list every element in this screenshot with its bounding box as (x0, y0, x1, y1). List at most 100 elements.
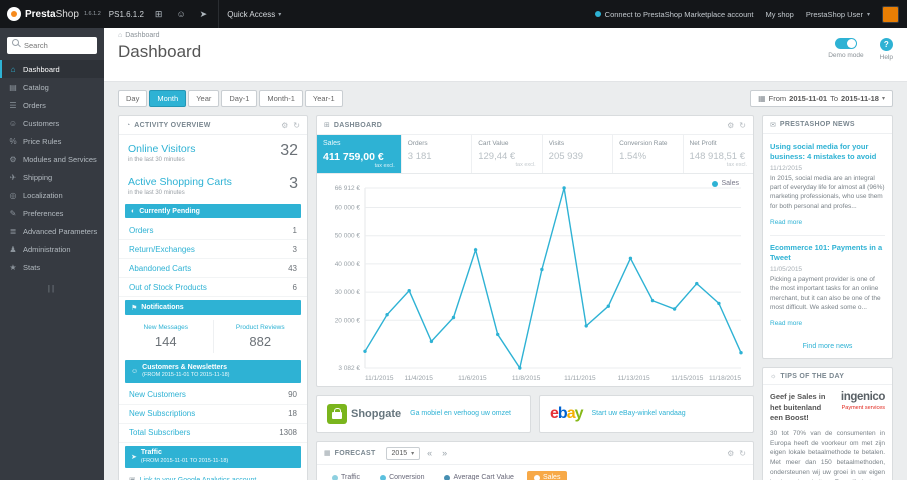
traffic-header: ➤ Traffic (FROM 2015-11-01 TO 2015-11-18… (125, 445, 301, 469)
gear-icon[interactable]: ⚙ (727, 121, 734, 130)
ebay-module-card[interactable]: ebay Start uw eBay-winkel vandaag (539, 395, 754, 433)
sidebar-item-dashboard[interactable]: ⌂ Dashboard (0, 60, 104, 78)
my-shop-link[interactable]: My shop (766, 10, 794, 19)
read-more-link[interactable]: Read more (770, 219, 802, 226)
marketplace-connect-link[interactable]: Connect to PrestaShop Marketplace accoun… (594, 10, 754, 19)
chevron-down-icon: ▾ (881, 96, 885, 102)
forecast-toggle-sales[interactable]: Sales (526, 471, 568, 480)
gear-icon[interactable]: ⚙ (727, 449, 734, 458)
chart-legend-sales[interactable]: Sales (712, 180, 739, 187)
shopgate-link[interactable]: Ga mobiel en verhoog uw omzet (410, 409, 511, 418)
forecast-toggle-traffic[interactable]: Traffic (325, 471, 367, 480)
google-analytics-link[interactable]: ▣ Link to your Google Analytics account (119, 471, 307, 480)
kpi-net-profit[interactable]: Net Profit 148 918,51 € tax excl. (684, 135, 753, 173)
returns-link[interactable]: Return/Exchanges (129, 245, 195, 254)
sidebar: ⌂ Dashboard ▤ Catalog ☰ Orders ☺ Customers %… (0, 28, 104, 480)
legend-label: Sales (721, 180, 739, 187)
gear-icon[interactable]: ⚙ (281, 121, 288, 130)
sidebar-item-shipping[interactable]: ✈ Shipping (0, 168, 104, 186)
new-subscriptions-link[interactable]: New Subscriptions (129, 409, 195, 418)
svg-text:11/15/2015: 11/15/2015 (671, 375, 703, 382)
kpi-sales[interactable]: Sales 411 759,00 € tax excl. (317, 135, 402, 173)
sidebar-item-modules[interactable]: ⚙ Modules and Services (0, 150, 104, 168)
kpi-cart-value[interactable]: Cart Value 129,44 € tax excl. (472, 135, 543, 173)
kpi-note: tax excl. (374, 163, 395, 169)
dashboard-panel-icon: ⊞ (324, 122, 330, 129)
breadcrumb-label: Dashboard (125, 32, 160, 39)
sidebar-menu: ⌂ Dashboard ▤ Catalog ☰ Orders ☺ Customers %… (0, 60, 104, 276)
article-title-link[interactable]: Using social media for your business: 4 … (770, 142, 885, 162)
sidebar-item-localization[interactable]: ◎ Localization (0, 186, 104, 204)
active-carts-link[interactable]: Active Shopping Carts (128, 176, 232, 188)
user-menu[interactable]: PrestaShop User ▾ (806, 10, 870, 19)
sidebar-collapse-button[interactable]: || (0, 276, 104, 301)
prestashop-logo[interactable]: PrestaShop 1.6.1.2 (7, 7, 101, 21)
svg-text:40 000 €: 40 000 € (335, 261, 361, 268)
chevron-down-icon: ▾ (411, 450, 415, 457)
period-month-1-button[interactable]: Month-1 (259, 90, 303, 107)
toggle-label: Sales (542, 474, 561, 480)
article-date: 11/05/2015 (770, 265, 803, 273)
toggle-on-icon[interactable] (834, 38, 857, 49)
product-reviews-cell[interactable]: Product Reviews 882 (214, 320, 308, 353)
find-more-news-link[interactable]: Find more news (763, 338, 892, 358)
orders-link[interactable]: Orders (129, 226, 153, 235)
quick-access-menu[interactable]: Quick Access ▾ (218, 0, 289, 28)
period-year-button[interactable]: Year (188, 90, 220, 107)
sidebar-item-stats[interactable]: ★ Stats (0, 258, 104, 276)
forecast-next-button[interactable]: » (439, 448, 450, 458)
forecast-toggle-average-cart-value[interactable]: Average Cart Value (437, 471, 520, 480)
period-month-button[interactable]: Month (149, 90, 187, 107)
panel-title: TIPS OF THE DAY (780, 372, 845, 380)
avatar[interactable] (882, 5, 899, 23)
refresh-icon[interactable]: ↻ (739, 449, 746, 458)
shopgate-module-card[interactable]: Shopgate Ga mobiel en verhoog uw omzet (316, 395, 531, 433)
kpi-conversion-rate[interactable]: Conversion Rate 1.54% (613, 135, 684, 173)
cart-icon[interactable]: ⊞ (152, 9, 166, 20)
ebay-link[interactable]: Start uw eBay-winkel vandaag (592, 409, 686, 418)
help-button[interactable]: ? Help (880, 38, 893, 61)
refresh-icon[interactable]: ↻ (293, 121, 300, 130)
abandoned-carts-row: Abandoned Carts 43 (119, 259, 307, 278)
sidebar-item-customers[interactable]: ☺ Customers (0, 114, 104, 132)
forecast-year-select[interactable]: 2015 ▾ (385, 446, 421, 460)
refresh-icon[interactable]: ↻ (739, 121, 746, 130)
sidebar-item-orders[interactable]: ☰ Orders (0, 96, 104, 114)
sidebar-item-preferences[interactable]: ✎ Preferences (0, 204, 104, 222)
online-visitors-link[interactable]: Online Visitors (128, 143, 196, 155)
help-icon: ? (879, 38, 893, 51)
out-of-stock-link[interactable]: Out of Stock Products (129, 283, 207, 292)
sidebar-item-administration[interactable]: ♟ Administration (0, 240, 104, 258)
notifications-header: ⚑ Notifications (125, 300, 301, 315)
kpi-note: tax excl. (726, 162, 747, 168)
clock-icon: ◐ (131, 207, 136, 215)
kpi-orders[interactable]: Orders 3 181 (402, 135, 473, 173)
period-year-1-button[interactable]: Year-1 (304, 90, 343, 107)
period-day-1-button[interactable]: Day-1 (221, 90, 258, 107)
read-more-link[interactable]: Read more (770, 320, 802, 327)
new-messages-cell[interactable]: New Messages 144 (119, 320, 214, 353)
period-day-button[interactable]: Day (118, 90, 148, 107)
breadcrumb[interactable]: ⌂ Dashboard (118, 32, 201, 39)
date-range-picker[interactable]: ▦ From 2015-11-01 To 2015-11-18 ▾ (750, 90, 893, 107)
svg-text:20 000 €: 20 000 € (335, 317, 361, 324)
svg-text:3 082 €: 3 082 € (338, 365, 360, 372)
sidebar-item-label: Localization (23, 190, 63, 200)
new-customers-link[interactable]: New Customers (129, 390, 186, 399)
sidebar-item-advanced-parameters[interactable]: ≣ Advanced Parameters (0, 222, 104, 240)
news-icon: ✉ (770, 121, 776, 129)
abandoned-carts-link[interactable]: Abandoned Carts (129, 264, 191, 273)
forecast-prev-button[interactable]: « (424, 448, 435, 458)
sidebar-item-catalog[interactable]: ▤ Catalog (0, 78, 104, 96)
profile-icon[interactable]: ☺ (173, 9, 188, 19)
kpi-visits[interactable]: Visits 205 939 (543, 135, 614, 173)
sidebar-item-price-rules[interactable]: % Price Rules (0, 132, 104, 150)
main-content: ⌂ Dashboard Dashboard Demo mode ? Help D… (104, 28, 907, 480)
forecast-toggle-conversion[interactable]: Conversion (373, 471, 431, 480)
date-to-value: 2015-11-18 (841, 94, 879, 103)
demo-mode-toggle[interactable]: Demo mode (828, 38, 864, 59)
total-subscribers-link[interactable]: Total Subscribers (129, 428, 190, 437)
launch-icon[interactable]: ➤ (197, 9, 211, 20)
article-title-link[interactable]: Ecommerce 101: Payments in a Tweet (770, 243, 885, 263)
administration-icon: ♟ (9, 244, 17, 254)
